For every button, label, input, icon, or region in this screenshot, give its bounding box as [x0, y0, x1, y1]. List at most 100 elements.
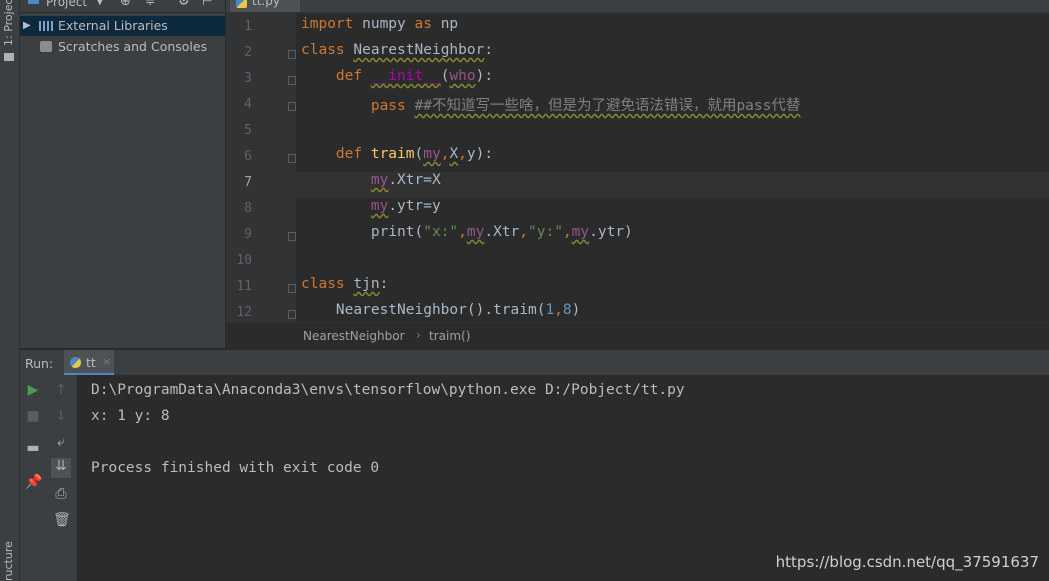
run-tab-tt[interactable]: tt ×	[64, 350, 114, 376]
code-token: X	[449, 146, 459, 162]
code-token: ,	[562, 224, 572, 240]
run-tab-label: tt	[86, 355, 96, 370]
breadcrumb-method[interactable]: traim()	[429, 329, 470, 343]
editor-tab-tt-py[interactable]: tt.py	[230, 0, 300, 12]
code-line[interactable]: class NearestNeighbor:	[301, 42, 493, 58]
project-panel-header: Project ▼ ⊕ ≑ ⚙ ⊢	[20, 0, 225, 13]
line-number: 8	[244, 201, 252, 216]
run-toolbar: ▶ ↑ ■ ↓ ⤶ ▬ ⇊ 📌 ⎙ 🗑	[20, 375, 77, 581]
fold-marker-icon[interactable]	[288, 102, 296, 111]
up-arrow-icon[interactable]: ↑	[53, 382, 69, 398]
close-icon[interactable]: ×	[102, 355, 111, 368]
code-token: 1	[545, 302, 555, 318]
code-line[interactable]: my.Xtr=X	[301, 172, 441, 188]
line-number: 7	[244, 175, 252, 190]
code-token: y):	[466, 146, 494, 162]
project-title[interactable]: Project	[46, 0, 87, 9]
target-icon[interactable]: ⊕	[120, 0, 131, 9]
code-line[interactable]: import numpy as np	[301, 16, 458, 32]
code-editor: tt.py 1 2 3 4 5 6 7 8 9 10 11 12 import numpy as np…	[226, 0, 1049, 349]
console-line: D:\ProgramData\Anaconda3\envs\tensorflow…	[91, 382, 685, 398]
code-token: ,	[458, 224, 467, 240]
run-panel-header: Run: tt ×	[20, 349, 1049, 376]
line-number: 3	[244, 71, 252, 86]
code-token: np	[440, 16, 459, 32]
code-line[interactable]: class tjn:	[301, 276, 388, 292]
expand-arrow-icon[interactable]: ▶	[23, 16, 31, 36]
structure-tool-tab[interactable]: ructure	[2, 541, 15, 581]
down-arrow-icon[interactable]: ↓	[53, 408, 69, 424]
run-label: Run:	[25, 356, 54, 371]
code-token: my	[370, 172, 389, 188]
tree-item-label: Scratches and Consoles	[58, 39, 208, 54]
code-token: def	[335, 146, 371, 162]
code-token: print(	[370, 224, 424, 240]
code-token: ,	[519, 224, 529, 240]
code-line[interactable]: my.ytr=y	[301, 198, 441, 214]
project-tool-tab[interactable]: 1: Project	[2, 0, 15, 46]
project-icon	[28, 0, 39, 4]
line-number-gutter: 1 2 3 4 5 6 7 8 9 10 11 12	[226, 12, 296, 322]
collapse-icon[interactable]: ≑	[145, 0, 155, 8]
fold-marker-icon[interactable]	[288, 232, 296, 241]
code-token: .Xtr	[484, 224, 520, 240]
trash-icon[interactable]: 🗑	[53, 512, 71, 528]
fold-marker-icon[interactable]	[288, 154, 296, 163]
code-token: class	[301, 276, 354, 292]
code-line[interactable]: def __init__(who):	[301, 68, 493, 84]
scroll-to-end-icon[interactable]: ⇊	[51, 458, 71, 478]
code-token: .Xtr=X	[388, 172, 441, 188]
code-token: .ytr)	[589, 224, 633, 240]
line-number: 9	[244, 227, 252, 242]
project-panel: Project ▼ ⊕ ≑ ⚙ ⊢ ▶ External Libraries S…	[20, 0, 225, 348]
code-line[interactable]: print("x:",my.Xtr,"y:",my.ytr)	[301, 224, 633, 240]
code-token: ):	[475, 68, 494, 84]
fold-marker-icon[interactable]	[288, 284, 296, 293]
console-line: x: 1 y: 8	[91, 408, 170, 424]
code-line[interactable]: NearestNeighbor().traim(1,8)	[301, 302, 580, 318]
chevron-down-icon[interactable]: ▼	[96, 0, 104, 7]
fold-marker-icon[interactable]	[288, 310, 296, 319]
line-number: 2	[244, 45, 252, 60]
code-token: my	[466, 224, 485, 240]
tree-item-external-libraries[interactable]: ▶ External Libraries	[20, 16, 225, 36]
left-tool-strip: 1: Project ructure	[0, 0, 20, 581]
code-token: ##不知道写一些啥，但是为了避免语法错误，就用pass代替	[414, 98, 801, 114]
code-line[interactable]: def traim(my,X,y):	[301, 146, 493, 162]
breadcrumb: NearestNeighbor › traim()	[226, 322, 1049, 349]
code-token: my	[423, 146, 441, 162]
code-token: NearestNeighbor().traim(	[335, 302, 546, 318]
line-number: 1	[244, 19, 252, 34]
fold-marker-icon[interactable]	[288, 76, 296, 85]
code-token: as	[414, 16, 441, 32]
stop-icon[interactable]: ■	[25, 408, 41, 424]
layout-icon[interactable]: ▬	[25, 440, 41, 456]
line-number: 12	[236, 305, 252, 320]
hide-icon[interactable]: ⊢	[202, 0, 212, 8]
code-token: pass	[370, 98, 415, 114]
console-output[interactable]: D:\ProgramData\Anaconda3\envs\tensorflow…	[77, 375, 1049, 581]
code-line[interactable]: pass ##不知道写一些啥，但是为了避免语法错误，就用pass代替	[301, 94, 801, 115]
code-token: ,	[554, 302, 563, 318]
code-token: import	[301, 16, 363, 32]
code-token: "y:"	[528, 224, 563, 240]
line-number: 4	[244, 97, 252, 112]
pin-icon[interactable]: 📌	[25, 474, 42, 490]
code-token: 8	[562, 302, 572, 318]
breadcrumb-class[interactable]: NearestNeighbor	[303, 329, 405, 343]
fold-marker-icon[interactable]	[288, 50, 296, 59]
code-token: (	[414, 146, 424, 162]
soft-wrap-icon[interactable]: ⤶	[53, 434, 69, 450]
library-icon	[39, 21, 53, 31]
gear-icon[interactable]: ⚙	[178, 0, 190, 9]
code-token: who	[449, 68, 476, 84]
code-token: my	[370, 198, 389, 214]
tree-item-scratches[interactable]: Scratches and Consoles	[20, 37, 225, 57]
code-token: class	[301, 42, 354, 58]
print-icon[interactable]: ⎙	[53, 486, 69, 502]
rerun-icon[interactable]: ▶	[25, 382, 41, 398]
tab-label: tt.py	[252, 0, 280, 8]
